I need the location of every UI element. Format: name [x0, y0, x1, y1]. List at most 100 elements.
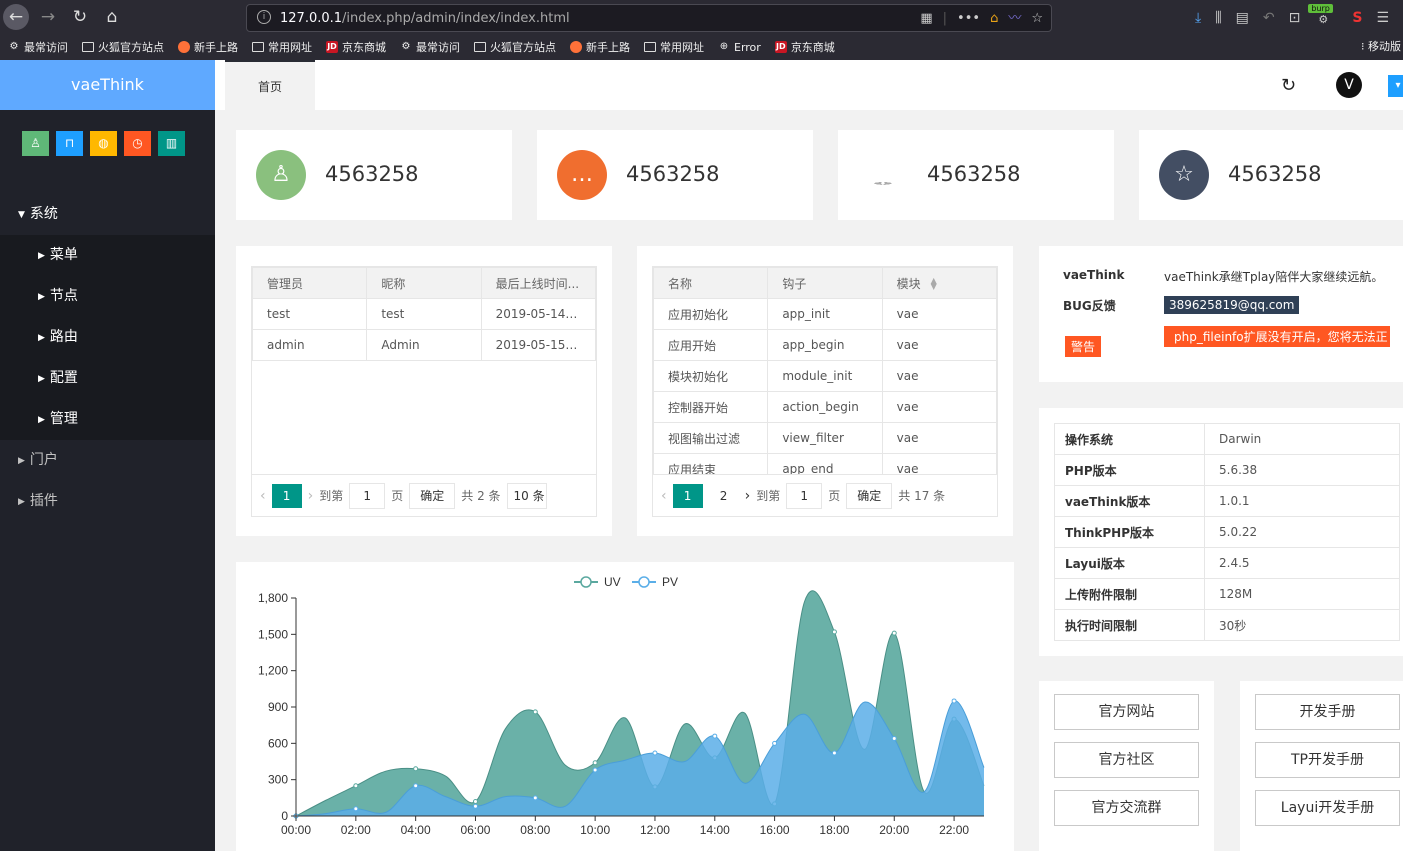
data-point — [353, 806, 359, 812]
link-button[interactable]: 开发手册 — [1255, 694, 1400, 730]
table-row[interactable]: 应用开始 app_begin vae — [653, 329, 997, 361]
next-page-icon[interactable]: › — [308, 488, 314, 504]
sysinfo-row: 上传附件限制 128M — [1054, 578, 1400, 610]
tab-home[interactable]: 首页 — [225, 60, 315, 110]
user-icon[interactable]: ♙ — [22, 131, 49, 156]
next-page-icon[interactable]: › — [745, 488, 751, 504]
link-button[interactable]: 官方交流群 — [1054, 790, 1199, 826]
s-extension-icon[interactable]: S — [1352, 10, 1362, 26]
bookmark-item[interactable]: ⚙ 最常访问 — [400, 39, 460, 55]
bookmark-item[interactable]: 新手上路 — [570, 39, 630, 55]
system-submenu: ▶ 菜单 ▶ 节点 ▶ 路由 ▶ 配置 ▶ 管理 — [0, 235, 215, 440]
page-2-button[interactable]: 2 — [709, 484, 739, 508]
sysinfo-row: Layui版本 2.4.5 — [1054, 547, 1400, 579]
column-header-label: 名称 — [668, 276, 693, 291]
menu-icon[interactable]: ☰ — [1376, 10, 1389, 26]
more-actions-icon[interactable]: ••• — [957, 10, 980, 28]
column-header[interactable]: 钩子 — [767, 267, 883, 299]
page-1-button[interactable]: 1 — [271, 483, 302, 508]
link-button[interactable]: Layui开发手册 — [1255, 790, 1400, 826]
clock-icon[interactable]: ◷ — [124, 131, 151, 156]
library-icon[interactable]: ⫼ — [1215, 10, 1221, 26]
url-text[interactable]: 127.0.0.1/index.php/admin/index/index.ht… — [280, 11, 570, 26]
page-input[interactable]: 1 — [786, 482, 823, 509]
bookmark-label: 火狐官方站点 — [98, 41, 164, 54]
confirm-button[interactable]: 确定 — [409, 482, 456, 509]
sidebar-icon[interactable]: ▤ — [1236, 10, 1249, 26]
avatar[interactable]: V — [1336, 72, 1362, 98]
sidebar-item-label: 节点 — [49, 288, 78, 304]
table-cell: module_init — [767, 360, 883, 392]
sidebar-item-system[interactable]: ▼ 系统 — [0, 194, 215, 235]
sort-icon[interactable]: ▲ ▼ — [931, 277, 937, 291]
link-button[interactable]: 官方网站 — [1054, 694, 1199, 730]
prev-page-icon[interactable]: ‹ — [260, 488, 266, 504]
reader-icon[interactable]: 〰 — [1008, 10, 1021, 28]
prev-page-icon[interactable]: ‹ — [661, 488, 667, 504]
bookmark-item[interactable]: ⊕ Error — [718, 41, 761, 54]
sidebar-item-3[interactable]: ▶ 配置 — [0, 358, 215, 399]
trash-icon[interactable]: ▥ — [158, 131, 185, 156]
bookmark-mobile[interactable]: ⁝ 移动版 — [1361, 37, 1403, 57]
bookmark-item[interactable]: 火狐官方站点 — [474, 39, 556, 55]
column-header[interactable]: 名称 — [653, 267, 769, 299]
bookmark-item[interactable]: 火狐官方站点 — [82, 39, 164, 55]
legend-label: UV — [604, 575, 621, 589]
undo-icon[interactable]: ↶ — [1263, 10, 1275, 26]
sidebar-item-2[interactable]: ▶ 路由 — [0, 317, 215, 358]
column-header[interactable]: 昵称 — [366, 267, 482, 299]
sidebar-item-1[interactable]: ▶ 节点 — [0, 276, 215, 317]
reload-icon[interactable]: ↻ — [67, 4, 93, 30]
refresh-icon[interactable]: ↻ — [1281, 75, 1296, 96]
bookmark-star-icon[interactable]: ☆ — [1031, 10, 1043, 28]
page-input[interactable]: 1 — [349, 482, 386, 509]
column-header[interactable]: 最后上线时间... — [480, 267, 596, 299]
stat-value: 4563258 — [927, 162, 1021, 186]
column-header-label: 管理员 — [267, 276, 304, 291]
forward-icon[interactable]: → — [35, 4, 61, 30]
folder-icon — [644, 42, 656, 52]
page-size-select[interactable]: 10 条 — [506, 482, 547, 509]
crop-icon[interactable]: ⊡ — [1289, 10, 1301, 26]
bookmark-item[interactable]: 常用网址 — [644, 39, 704, 55]
page-1-button[interactable]: 1 — [672, 483, 703, 508]
sidebar-item-0[interactable]: ▶ 菜单 — [0, 235, 215, 276]
back-icon[interactable]: ← — [3, 4, 29, 30]
bookmark-item[interactable]: JD 京东商城 — [326, 39, 386, 55]
table-row[interactable]: 模块初始化 module_init vae — [653, 360, 997, 392]
bookmark-item[interactable]: 常用网址 — [252, 39, 312, 55]
confirm-button[interactable]: 确定 — [846, 482, 893, 509]
admin-pager: ‹ 1 › 到第 1 页 确定 共 2 条 10 条 — [252, 474, 596, 516]
table-cell: 2019-05-14 2... — [480, 298, 596, 330]
bookmark-item[interactable]: JD 京东商城 — [774, 39, 835, 55]
app-logo[interactable]: vaeThink — [0, 60, 215, 110]
table-row[interactable]: 应用初始化 app_init vae — [653, 298, 997, 330]
burp-extension-icon[interactable]: burp ⚙ — [1308, 4, 1338, 28]
link-button[interactable]: 官方社区 — [1054, 742, 1199, 778]
info-value-slogan: vaeThink承继Tplay陪伴大家继续远航。 — [1164, 270, 1384, 284]
home-shortcut-icon[interactable]: ⌂ — [990, 10, 998, 28]
table-cell: 应用初始化 — [653, 298, 769, 330]
lock-icon[interactable]: ⊓ — [56, 131, 83, 156]
sidebar-item-plugin[interactable]: ▶ 插件 — [0, 481, 215, 522]
bookmark-item[interactable]: 新手上路 — [178, 39, 238, 55]
sidebar-item-4[interactable]: ▶ 管理 — [0, 399, 215, 440]
bug-email-badge[interactable]: 389625819@qq.com — [1164, 296, 1300, 314]
column-header[interactable]: 模块 ▲ ▼ — [881, 267, 997, 299]
bookmark-item[interactable]: ⚙ 最常访问 — [8, 39, 68, 55]
globe-icon[interactable]: ◍ — [90, 131, 117, 156]
url-bar[interactable]: i 127.0.0.1/index.php/admin/index/index.… — [246, 4, 1052, 32]
home-icon[interactable]: ⌂ — [99, 4, 125, 30]
link-button[interactable]: TP开发手册 — [1255, 742, 1400, 778]
download-icon[interactable]: ⤓ — [1195, 10, 1201, 26]
table-cell: view_filter — [767, 422, 883, 454]
table-row[interactable]: 控制器开始 action_begin vae — [653, 391, 997, 423]
chevron-down-icon[interactable]: ▾ — [1388, 75, 1403, 97]
qr-code-icon[interactable]: ▦ — [920, 10, 932, 28]
column-header[interactable]: 管理员 — [252, 267, 368, 299]
table-row[interactable]: 视图输出过滤 view_filter vae — [653, 422, 997, 454]
sidebar-item-portal[interactable]: ▶ 门户 — [0, 440, 215, 481]
table-row[interactable]: test test 2019-05-14 2... — [252, 298, 596, 330]
table-row[interactable]: admin Admin 2019-05-15 0... — [252, 329, 596, 361]
info-icon[interactable]: i — [257, 10, 271, 24]
